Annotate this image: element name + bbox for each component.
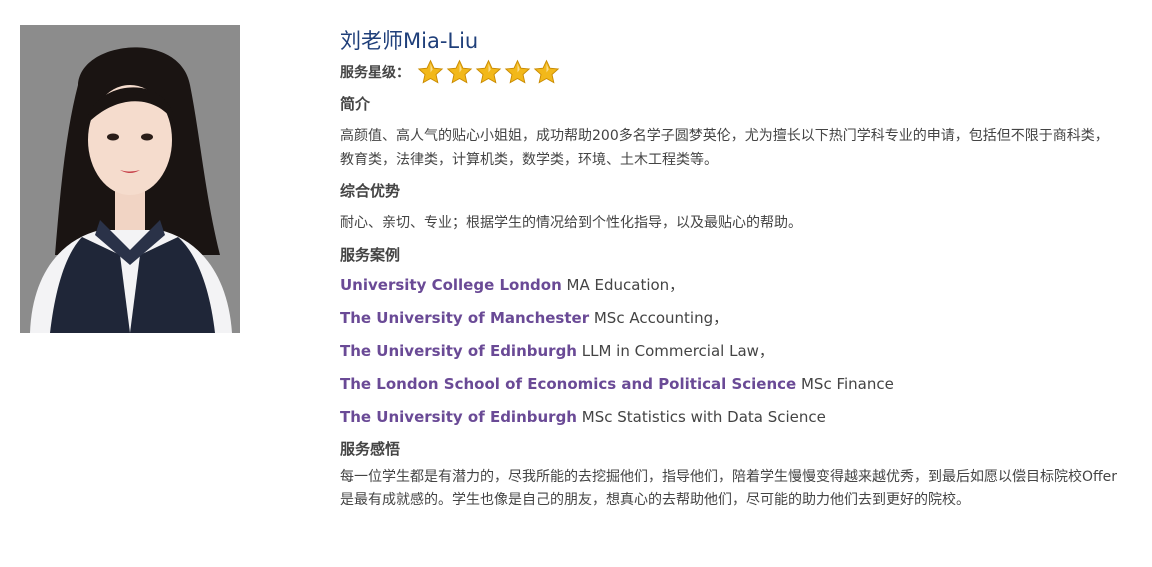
reflection-text: 每一位学生都是有潜力的，尽我所能的去挖掘他们，指导他们，陪着学生慢慢变得越来越优… [340,468,1118,509]
advantages-text: 耐心、亲切、专业；根据学生的情况给到个性化指导，以及最贴心的帮助。 [340,215,802,231]
case-university: University College London [340,275,562,294]
rating-stars [416,59,561,86]
case-program: MA Education， [561,275,685,294]
service-rating: 服务星级： [340,57,1120,87]
star-icon [475,59,502,84]
star-icon [504,59,531,84]
star-icon [533,59,560,84]
case-program: MSc Accounting， [589,308,729,327]
advantages-title: 综合优势 [340,182,401,200]
case-university: The London School of Economics and Polit… [340,374,797,393]
case-university: The University of Edinburgh [340,341,577,360]
intro-text: 高颜值、高人气的贴心小姐姐，成功帮助200多名学子圆梦英伦，尤为擅长以下热门学科… [340,128,1109,168]
star-icon [446,59,473,84]
case-program: MSc Statistics with Data Science [576,407,826,426]
reflection-title: 服务感悟 [340,439,401,458]
star-icon [417,59,444,84]
case-program: LLM in Commercial Law， [576,341,774,360]
case-program: MSc Finance [796,374,894,393]
case-item: The University of Edinburgh MSc Statisti… [340,401,1120,434]
case-university: The University of Edinburgh [340,407,577,426]
case-item: The University of Edinburgh LLM in Comme… [340,335,1120,368]
case-item: University College London MA Education， [340,269,1120,302]
rating-label: 服务星级： [340,65,410,81]
cases-list: University College London MA Education， … [340,269,1120,434]
intro-title: 简介 [340,95,371,113]
portrait-illustration [20,25,240,333]
case-item: The London School of Economics and Polit… [340,368,1120,401]
case-item: The University of Manchester MSc Account… [340,302,1120,335]
cases-title: 服务案例 [340,245,401,264]
case-university: The University of Manchester [340,308,590,327]
teacher-name: 刘老师Mia-Liu [340,29,479,53]
profile-content: 刘老师Mia-Liu 服务星级： 简介 高颜值、高人气的贴心小姐姐，成功帮助20… [340,26,1120,513]
teacher-photo [20,25,240,333]
